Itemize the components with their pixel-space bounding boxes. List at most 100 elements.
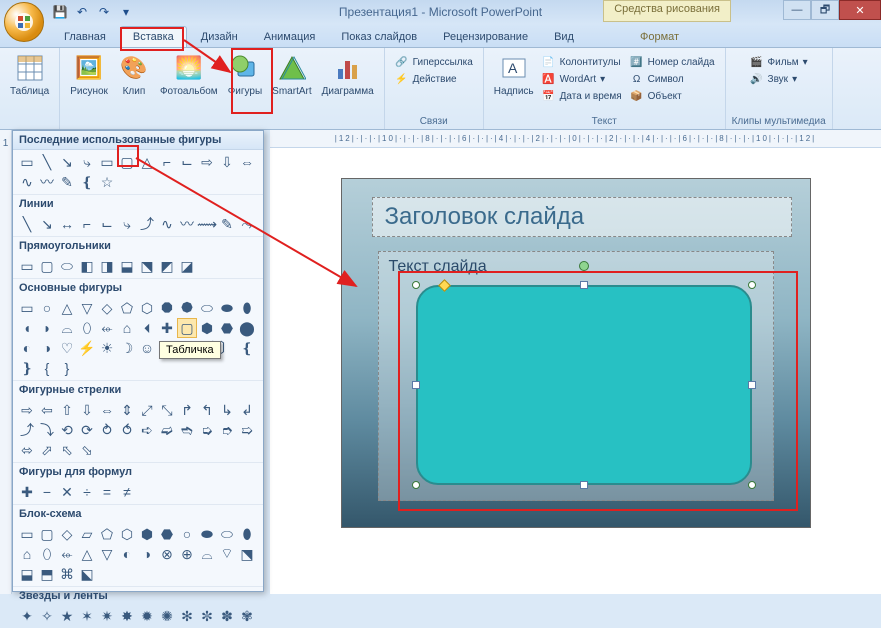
shape-elbow1[interactable]: ⌐: [157, 152, 177, 172]
smartart-button[interactable]: SmartArt: [268, 50, 315, 99]
tab-view[interactable]: Вид: [542, 27, 586, 47]
shape-f23[interactable]: ⌔: [217, 544, 237, 564]
shape-s9[interactable]: ✻: [177, 606, 197, 626]
shape-f24[interactable]: ⬔: [237, 544, 257, 564]
shapes-button[interactable]: Фигуры: [224, 50, 266, 99]
shape-f15[interactable]: ⬰: [57, 544, 77, 564]
tab-format[interactable]: Формат: [628, 27, 691, 47]
shape-f22[interactable]: ⌓: [197, 544, 217, 564]
shape-b19[interactable]: 🞀: [137, 318, 157, 338]
action-button[interactable]: ⚡Действие: [391, 71, 477, 87]
shape-a5[interactable]: ⇔: [97, 400, 117, 420]
shape-b15[interactable]: ⌓: [57, 318, 77, 338]
shape-b6[interactable]: ⬠: [117, 298, 137, 318]
shape-line12[interactable]: ⤳: [237, 214, 257, 234]
resize-handle-n[interactable]: [580, 281, 588, 289]
shape-line8[interactable]: ∿: [157, 214, 177, 234]
shape-f1[interactable]: ▭: [17, 524, 37, 544]
photoalbum-button[interactable]: 🌅Фотоальбом: [156, 50, 222, 99]
shape-scribble[interactable]: ✎: [57, 172, 77, 192]
shape-f2[interactable]: ▢: [37, 524, 57, 544]
shape-b12[interactable]: ⬮: [237, 298, 257, 318]
shape-b4[interactable]: ▽: [77, 298, 97, 318]
shape-a19[interactable]: ➪: [137, 420, 157, 440]
slide-number-button[interactable]: #️⃣Номер слайда: [626, 54, 719, 70]
shape-f12[interactable]: ⬮: [237, 524, 257, 544]
shape-arrow-down[interactable]: ⇩: [217, 152, 237, 172]
shape-b5[interactable]: ◇: [97, 298, 117, 318]
shape-curve[interactable]: ∿: [17, 172, 37, 192]
shape-doublearrow[interactable]: ⇔: [237, 152, 257, 172]
shape-a23[interactable]: ➮: [217, 420, 237, 440]
undo-icon[interactable]: ↶: [74, 4, 90, 20]
shape-b17[interactable]: ⬰: [97, 318, 117, 338]
hyperlink-button[interactable]: 🔗Гиперссылка: [391, 54, 477, 70]
shape-a26[interactable]: ⬀: [37, 440, 57, 460]
shape-f19[interactable]: ◑: [137, 544, 157, 564]
shape-b30[interactable]: ☽: [117, 338, 137, 358]
shape-b26[interactable]: ◑: [37, 338, 57, 358]
datetime-button[interactable]: 📅Дата и время: [538, 88, 626, 104]
shape-b20[interactable]: ✚: [157, 318, 177, 338]
shape-e3[interactable]: ✕: [57, 482, 77, 502]
shape-b28[interactable]: ⚡: [77, 338, 97, 358]
shape-f28[interactable]: ⬕: [77, 564, 97, 584]
shape-e5[interactable]: =: [97, 482, 117, 502]
shape-s7[interactable]: ✹: [137, 606, 157, 626]
close-button[interactable]: ✕: [839, 0, 881, 20]
shape-textbox[interactable]: ▭: [17, 152, 37, 172]
shape-plaque-hover[interactable]: ▢: [177, 318, 197, 338]
tab-home[interactable]: Главная: [52, 27, 118, 47]
shape-r1[interactable]: ▭: [17, 256, 37, 276]
resize-handle-se[interactable]: [748, 481, 756, 489]
shape-f7[interactable]: ⬢: [137, 524, 157, 544]
shape-e2[interactable]: −: [37, 482, 57, 502]
movie-button[interactable]: 🎬Фильм ▾: [746, 54, 812, 70]
restore-button[interactable]: 🗗: [811, 0, 839, 20]
shape-f27[interactable]: ⌘: [57, 564, 77, 584]
shape-a20[interactable]: ➫: [157, 420, 177, 440]
shape-f16[interactable]: △: [77, 544, 97, 564]
wordart-button[interactable]: 🅰️WordArt ▾: [538, 71, 626, 87]
shape-a17[interactable]: ⥁: [97, 420, 117, 440]
office-button[interactable]: [4, 2, 44, 42]
shape-b16[interactable]: ⬯: [77, 318, 97, 338]
shape-s6[interactable]: ✸: [117, 606, 137, 626]
shape-s8[interactable]: ✺: [157, 606, 177, 626]
shape-f3[interactable]: ◇: [57, 524, 77, 544]
resize-handle-ne[interactable]: [748, 281, 756, 289]
shape-a8[interactable]: ⤡: [157, 400, 177, 420]
shape-a27[interactable]: ⬁: [57, 440, 77, 460]
tab-review[interactable]: Рецензирование: [431, 27, 540, 47]
shape-line7[interactable]: ⤴: [137, 214, 157, 234]
shape-b23[interactable]: ⬣: [217, 318, 237, 338]
shape-rounded-rect[interactable]: ▢: [117, 152, 137, 172]
shape-f13[interactable]: ⌂: [17, 544, 37, 564]
shape-e1[interactable]: ✚: [17, 482, 37, 502]
shape-r6[interactable]: ⬓: [117, 256, 137, 276]
rotation-handle[interactable]: [579, 261, 589, 271]
shape-e4[interactable]: ÷: [77, 482, 97, 502]
shape-s5[interactable]: ✷: [97, 606, 117, 626]
shape-body[interactable]: [416, 285, 752, 485]
resize-handle-s[interactable]: [580, 481, 588, 489]
shape-line5[interactable]: ⌙: [97, 214, 117, 234]
shape-f20[interactable]: ⊗: [157, 544, 177, 564]
shape-b10[interactable]: ⬭: [197, 298, 217, 318]
shape-a25[interactable]: ⬄: [17, 440, 37, 460]
shape-elbow2[interactable]: ⌙: [177, 152, 197, 172]
resize-handle-w[interactable]: [412, 381, 420, 389]
shape-line2[interactable]: ↘: [37, 214, 57, 234]
shape-s1[interactable]: ✦: [17, 606, 37, 626]
tab-design[interactable]: Дизайн: [189, 27, 250, 47]
shape-b39[interactable]: }: [57, 358, 77, 378]
resize-handle-nw[interactable]: [412, 281, 420, 289]
shape-f25[interactable]: ⬓: [17, 564, 37, 584]
shape-line10[interactable]: ⟿: [197, 214, 217, 234]
clip-button[interactable]: 🎨Клип: [114, 50, 154, 99]
selected-rounded-rectangle[interactable]: [416, 285, 752, 485]
title-placeholder[interactable]: Заголовок слайда: [372, 197, 792, 237]
redo-icon[interactable]: ↷: [96, 4, 112, 20]
shape-b2[interactable]: ○: [37, 298, 57, 318]
shape-b22[interactable]: ⬢: [197, 318, 217, 338]
